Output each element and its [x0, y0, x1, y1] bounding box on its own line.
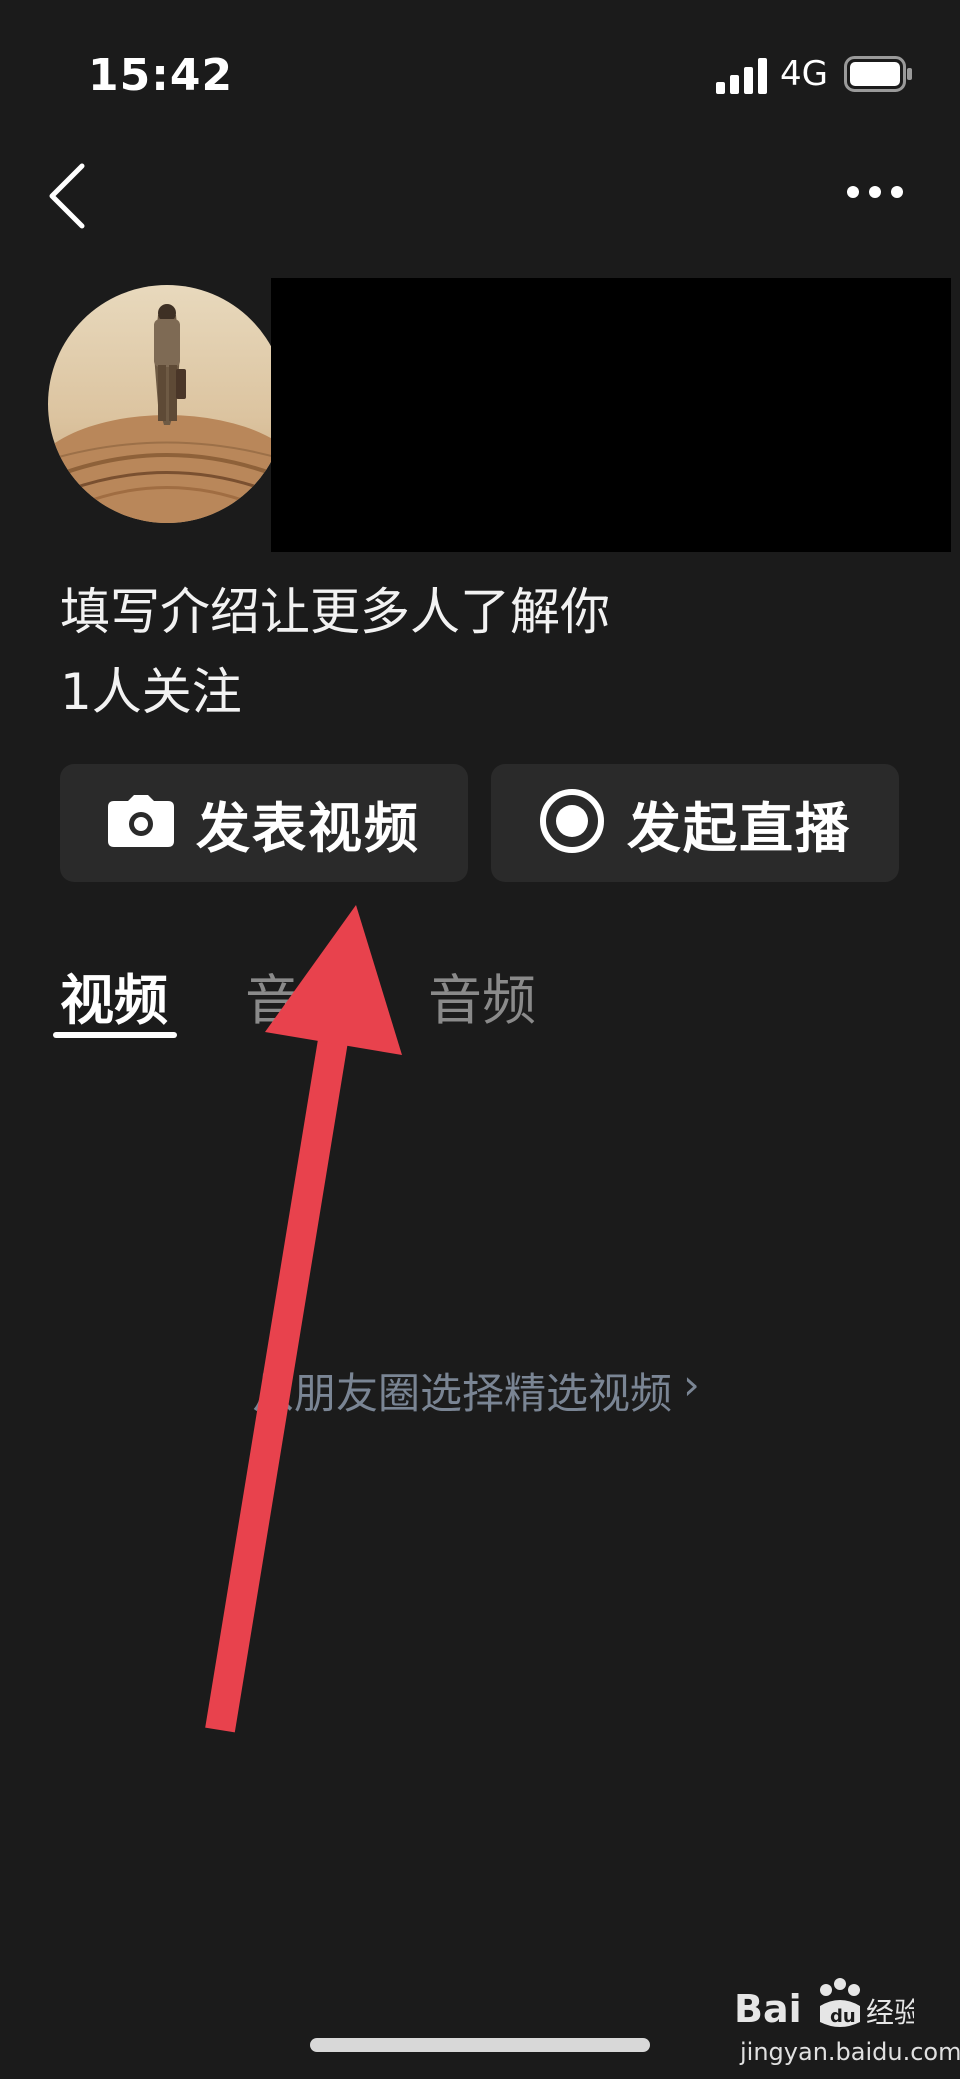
- svg-text:经验: 经验: [866, 1996, 914, 2029]
- bio-placeholder[interactable]: 填写介绍让更多人了解你: [60, 572, 610, 644]
- followers-count[interactable]: 1人关注: [60, 652, 242, 724]
- signal-icon: [716, 58, 772, 98]
- network-type: 4G: [780, 54, 828, 94]
- publish-video-button[interactable]: 发表视频: [60, 764, 468, 882]
- chevron-right-icon: ›: [683, 1360, 700, 1409]
- start-live-label: 发起直播: [627, 796, 851, 860]
- svg-text:du: du: [830, 2006, 856, 2027]
- avatar[interactable]: [48, 285, 286, 523]
- tab-music[interactable]: 音乐: [245, 956, 353, 1035]
- start-live-button[interactable]: 发起直播: [491, 764, 899, 882]
- redacted-name-area: [271, 278, 951, 552]
- back-icon[interactable]: [44, 160, 90, 236]
- tab-audio[interactable]: 音频: [428, 956, 536, 1035]
- tab-video[interactable]: 视频: [60, 956, 168, 1035]
- baidu-watermark-logo: Bai du 经验: [734, 1976, 922, 2042]
- battery-icon: [844, 56, 914, 96]
- publish-video-label: 发表视频: [196, 796, 420, 860]
- status-time: 15:42: [88, 50, 234, 101]
- svg-text:Bai: Bai: [734, 1987, 802, 2031]
- home-indicator[interactable]: [310, 2038, 650, 2052]
- more-icon[interactable]: [846, 184, 904, 203]
- watermark-url: jingyan.baidu.com: [740, 2038, 960, 2066]
- select-from-moments-link[interactable]: 从朋友圈选择精选视频: [252, 1360, 672, 1421]
- camera-icon: [108, 795, 174, 851]
- active-tab-indicator: [53, 1032, 177, 1038]
- live-record-icon: [539, 788, 605, 858]
